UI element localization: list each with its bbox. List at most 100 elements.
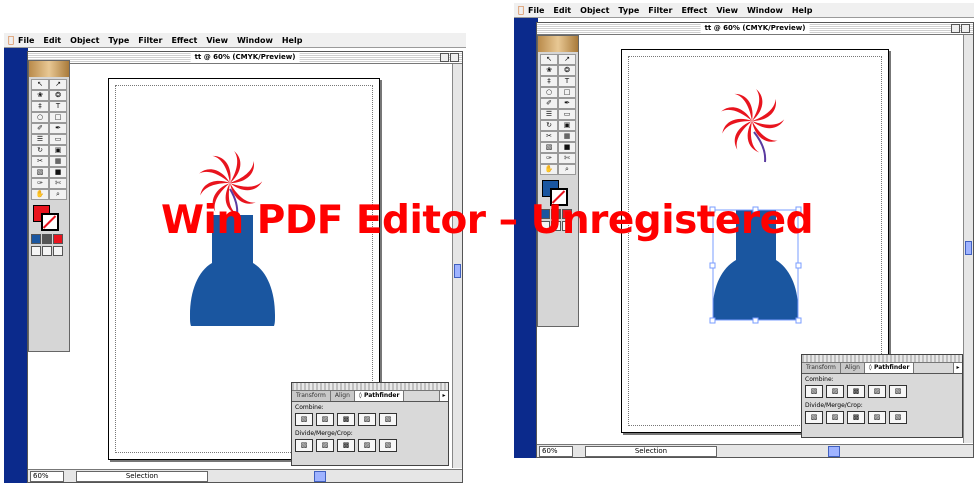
graph-tool-icon[interactable]: ▣ xyxy=(49,145,67,156)
graph-tool-icon[interactable]: ▣ xyxy=(558,120,576,131)
trim-icon[interactable]: ▨ xyxy=(826,411,844,424)
screen-mode-menu-icon[interactable] xyxy=(42,246,52,256)
tab-transform[interactable]: Transform xyxy=(802,363,841,373)
hand-tool-icon[interactable]: ✋ xyxy=(31,189,49,200)
none-mode-icon[interactable] xyxy=(53,234,63,244)
tab-pathfinder[interactable]: ◊ Pathfinder xyxy=(864,363,915,373)
menu-object[interactable]: Object xyxy=(580,6,609,15)
palette-drag-bar[interactable] xyxy=(802,355,962,363)
lasso-tool-icon[interactable]: ❂ xyxy=(49,90,67,101)
window-titlebar[interactable]: tt @ 60% (CMYK/Preview) xyxy=(537,23,973,35)
trim-icon[interactable]: ▨ xyxy=(316,439,334,452)
menu-help[interactable]: Help xyxy=(792,6,813,15)
menu-window[interactable]: Window xyxy=(747,6,783,15)
zoom-tool-icon[interactable]: ⌕ xyxy=(558,164,576,175)
zoom-tool-icon[interactable]: ⌕ xyxy=(49,189,67,200)
expand-button-icon[interactable]: ▧ xyxy=(379,413,397,426)
none-mode-icon[interactable] xyxy=(562,209,572,219)
zoom-field[interactable]: 60% xyxy=(539,446,573,457)
ellipse-tool-icon[interactable]: ○ xyxy=(540,87,558,98)
outline-icon[interactable]: ▧ xyxy=(379,439,397,452)
gradient-tool-icon[interactable]: ▧ xyxy=(540,142,558,153)
type-tool-icon[interactable]: T xyxy=(49,101,67,112)
menu-edit[interactable]: Edit xyxy=(43,36,61,45)
slice-tool-icon[interactable]: ✂ xyxy=(540,131,558,142)
stroke-color-swatch[interactable] xyxy=(550,188,568,206)
menu-type[interactable]: Type xyxy=(108,36,129,45)
intersect-shape-icon[interactable]: ▩ xyxy=(847,385,865,398)
hand-tool-icon[interactable]: ✋ xyxy=(540,164,558,175)
subtract-shape-icon[interactable]: ▨ xyxy=(826,385,844,398)
eyedropper-tool-icon[interactable]: ✑ xyxy=(540,153,558,164)
divide-icon[interactable]: ▧ xyxy=(805,411,823,424)
apple-menu-icon[interactable]:  xyxy=(4,35,18,46)
menu-file[interactable]: File xyxy=(528,6,544,15)
selection-tool-icon[interactable]: ↖ xyxy=(540,54,558,65)
horizontal-scroll-thumb[interactable] xyxy=(314,471,326,482)
ellipse-tool-icon[interactable]: ○ xyxy=(31,112,49,123)
gradient-mode-icon[interactable] xyxy=(551,209,561,219)
screen-mode-menu-icon[interactable] xyxy=(551,221,561,231)
merge-icon[interactable]: ▩ xyxy=(337,439,355,452)
menu-view[interactable]: View xyxy=(206,36,228,45)
window-titlebar[interactable]: tt @ 60% (CMYK/Preview) xyxy=(28,52,462,64)
free-transform-tool-icon[interactable]: ▭ xyxy=(558,109,576,120)
eyedropper-tool-icon[interactable]: ✑ xyxy=(31,178,49,189)
merge-icon[interactable]: ▩ xyxy=(847,411,865,424)
type-tool-icon[interactable]: T xyxy=(558,76,576,87)
stroke-color-swatch[interactable] xyxy=(41,213,59,231)
status-menu[interactable]: Selection xyxy=(76,471,208,482)
zoom-box-icon[interactable] xyxy=(440,53,449,62)
vertical-scroll-thumb[interactable] xyxy=(965,241,972,255)
pencil-tool-icon[interactable]: ✒ xyxy=(49,123,67,134)
add-to-shape-icon[interactable]: ▧ xyxy=(295,413,313,426)
intersect-shape-icon[interactable]: ▩ xyxy=(337,413,355,426)
scissors-tool-icon[interactable]: ✄ xyxy=(558,153,576,164)
vertical-scrollbar[interactable] xyxy=(963,35,973,443)
screen-mode-full-icon[interactable] xyxy=(562,221,572,231)
crop-icon[interactable]: ▨ xyxy=(868,411,886,424)
menu-effect[interactable]: Effect xyxy=(171,36,197,45)
outline-icon[interactable]: ▧ xyxy=(889,411,907,424)
color-mode-icon[interactable] xyxy=(540,209,550,219)
expand-button-icon[interactable]: ▧ xyxy=(889,385,907,398)
magic-wand-tool-icon[interactable]: ❀ xyxy=(31,90,49,101)
subtract-shape-icon[interactable]: ▨ xyxy=(316,413,334,426)
menu-window[interactable]: Window xyxy=(237,36,273,45)
divide-icon[interactable]: ▧ xyxy=(295,439,313,452)
crop-icon[interactable]: ▨ xyxy=(358,439,376,452)
menu-file[interactable]: File xyxy=(18,36,34,45)
warp-tool-icon[interactable]: ☰ xyxy=(540,109,558,120)
brush-tool-icon[interactable]: ✐ xyxy=(540,98,558,109)
menu-help[interactable]: Help xyxy=(282,36,303,45)
tab-align[interactable]: Align xyxy=(330,391,355,401)
rotate-tool-icon[interactable]: ↻ xyxy=(31,145,49,156)
color-mode-icon[interactable] xyxy=(31,234,41,244)
tab-transform[interactable]: Transform xyxy=(292,391,331,401)
pencil-tool-icon[interactable]: ✒ xyxy=(558,98,576,109)
screen-mode-standard-icon[interactable] xyxy=(31,246,41,256)
blend-tool-icon[interactable]: ■ xyxy=(49,167,67,178)
palette-drag-bar[interactable] xyxy=(292,383,448,391)
menu-effect[interactable]: Effect xyxy=(681,6,707,15)
gradient-mode-icon[interactable] xyxy=(42,234,52,244)
exclude-shape-icon[interactable]: ▨ xyxy=(358,413,376,426)
scissors-tool-icon[interactable]: ✄ xyxy=(49,178,67,189)
slice-tool-icon[interactable]: ✂ xyxy=(31,156,49,167)
menu-edit[interactable]: Edit xyxy=(553,6,571,15)
rotate-tool-icon[interactable]: ↻ xyxy=(540,120,558,131)
apple-menu-icon[interactable]:  xyxy=(514,5,528,16)
vertical-scrollbar[interactable] xyxy=(452,64,462,468)
palette-menu-arrow-icon[interactable]: ▸ xyxy=(439,391,448,401)
direct-selection-tool-icon[interactable]: ↗ xyxy=(49,79,67,90)
menu-filter[interactable]: Filter xyxy=(648,6,672,15)
selection-tool-icon[interactable]: ↖ xyxy=(31,79,49,90)
menu-type[interactable]: Type xyxy=(618,6,639,15)
zoom-box-icon[interactable] xyxy=(951,24,960,33)
collapse-box-icon[interactable] xyxy=(450,53,459,62)
direct-selection-tool-icon[interactable]: ↗ xyxy=(558,54,576,65)
vertical-scroll-thumb[interactable] xyxy=(454,264,461,278)
pen-tool-icon[interactable]: ‡ xyxy=(31,101,49,112)
collapse-box-icon[interactable] xyxy=(961,24,970,33)
pen-tool-icon[interactable]: ‡ xyxy=(540,76,558,87)
